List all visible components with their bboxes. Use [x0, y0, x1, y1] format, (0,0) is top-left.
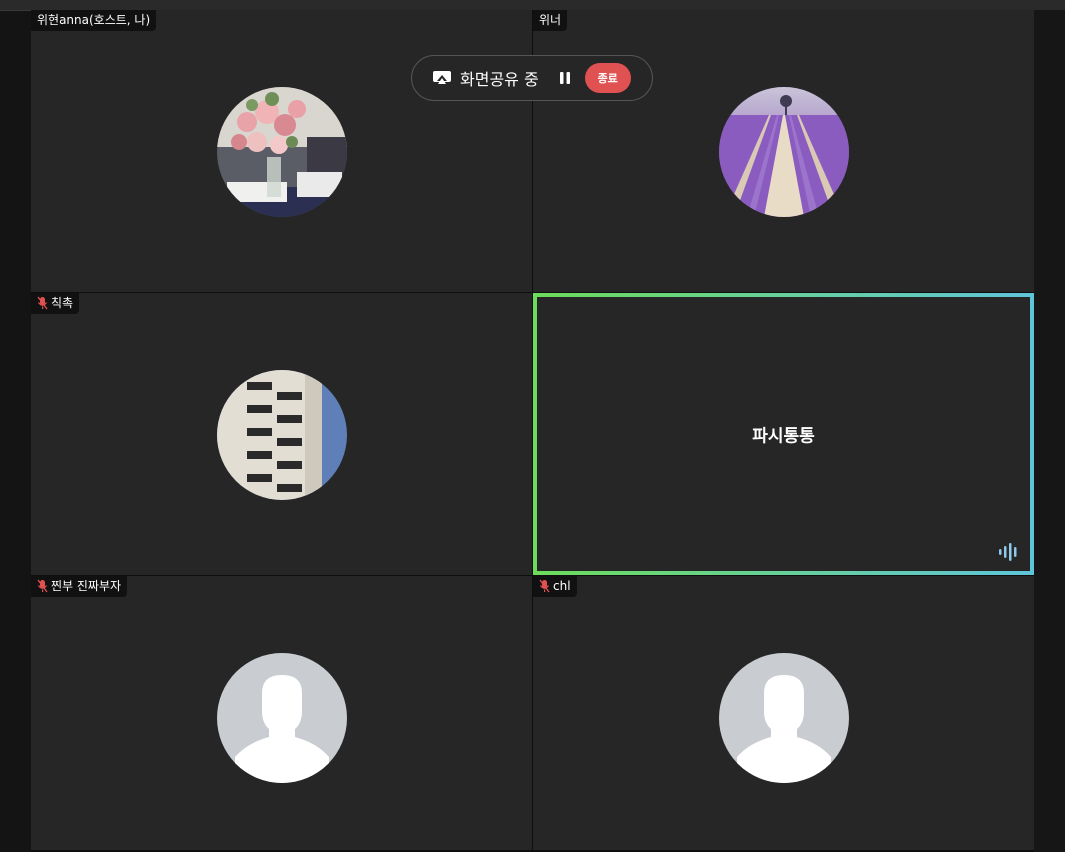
pause-icon[interactable]: [559, 71, 571, 85]
participant-tile-active-speaker[interactable]: 파시통통: [533, 293, 1034, 575]
participant-name: 위너: [539, 13, 562, 27]
participant-tile[interactable]: 위현anna(호스트, 나): [31, 10, 532, 292]
participant-name-tag: 위너: [533, 10, 568, 31]
default-avatar-icon: [719, 653, 849, 783]
right-edge-strip: [1034, 10, 1065, 852]
participant-avatar-building: [217, 370, 347, 500]
mic-muted-icon: [37, 579, 48, 593]
participant-name-tag: 칙촉: [31, 293, 80, 314]
audio-level-icon: [999, 543, 1017, 561]
participant-tile[interactable]: 위너: [533, 10, 1034, 292]
participant-tile[interactable]: 칙촉: [31, 293, 532, 575]
participant-tile[interactable]: 찐부 진짜부자: [31, 576, 532, 850]
participant-name: chl: [553, 579, 571, 593]
mic-muted-icon: [539, 579, 550, 593]
stop-share-button[interactable]: 종료: [584, 63, 631, 93]
participant-avatar-lavender: [719, 87, 849, 217]
default-avatar-icon: [217, 653, 347, 783]
screen-share-status: 화면공유 중: [460, 70, 539, 89]
mic-muted-icon: [37, 296, 48, 310]
screen-share-control-bar: 화면공유 중 종료: [411, 55, 653, 101]
participant-name: 찐부 진짜부자: [51, 579, 122, 593]
participant-grid: 위현anna(호스트, 나) 위너 칙촉 파시통통 찐부 진짜부자 chl: [31, 10, 1034, 852]
participant-name: 칙촉: [51, 296, 74, 310]
participant-name-tag: 찐부 진짜부자: [31, 576, 128, 597]
participant-name: 위현anna(호스트, 나): [37, 13, 151, 27]
screen-share-icon: [433, 71, 451, 84]
participant-name-tag: 위현anna(호스트, 나): [31, 10, 157, 31]
participant-name-tag: chl: [533, 576, 577, 597]
participant-tile[interactable]: chl: [533, 576, 1034, 850]
participant-avatar-flowers: [217, 87, 347, 217]
participant-name-center: 파시통통: [752, 426, 815, 447]
